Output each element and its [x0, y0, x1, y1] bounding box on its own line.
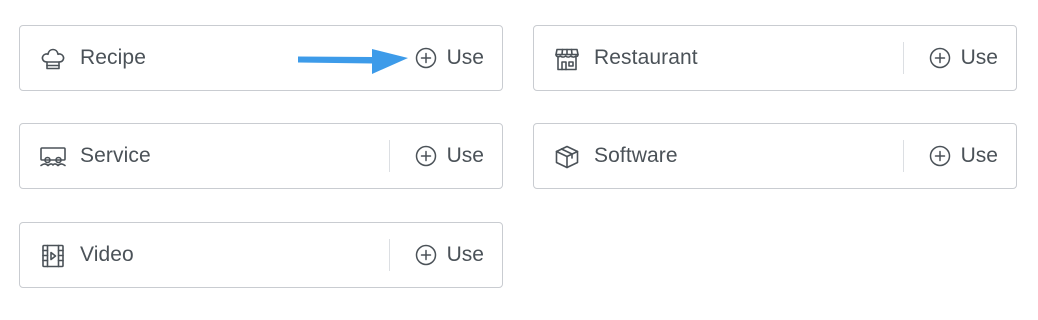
use-button-label: Use — [446, 144, 484, 167]
card-divider — [903, 140, 904, 172]
template-label: Software — [594, 144, 678, 167]
card-divider — [389, 140, 390, 172]
card-divider — [389, 239, 390, 271]
use-button-label: Use — [446, 243, 484, 266]
storefront-icon — [552, 44, 582, 74]
card-divider — [903, 42, 904, 74]
use-button-label: Use — [960, 144, 998, 167]
use-button-service[interactable]: Use — [415, 124, 484, 188]
template-card-service: Service Use — [19, 123, 503, 189]
chef-hat-icon — [38, 44, 68, 74]
package-box-icon — [552, 142, 582, 172]
schema-template-picker: Recipe Use Restaurant Use Service Use So… — [0, 0, 1038, 320]
service-icon — [38, 142, 68, 172]
use-button-restaurant[interactable]: Use — [929, 26, 998, 90]
template-label: Recipe — [80, 46, 146, 69]
plus-circle-icon — [929, 145, 951, 167]
plus-circle-icon — [415, 145, 437, 167]
plus-circle-icon — [929, 47, 951, 69]
template-card-video: Video Use — [19, 222, 503, 288]
template-label: Video — [80, 243, 134, 266]
template-card-recipe: Recipe Use — [19, 25, 503, 91]
template-card-restaurant: Restaurant Use — [533, 25, 1017, 91]
template-label: Restaurant — [594, 46, 698, 69]
template-label: Service — [80, 144, 151, 167]
film-strip-icon — [38, 241, 68, 271]
use-button-video[interactable]: Use — [415, 223, 484, 287]
arrow-right-icon — [298, 49, 408, 74]
template-card-software: Software Use — [533, 123, 1017, 189]
use-button-label: Use — [960, 46, 998, 69]
plus-circle-icon — [415, 47, 437, 69]
use-button-label: Use — [446, 46, 484, 69]
use-button-recipe[interactable]: Use — [415, 26, 484, 90]
use-button-software[interactable]: Use — [929, 124, 998, 188]
plus-circle-icon — [415, 244, 437, 266]
